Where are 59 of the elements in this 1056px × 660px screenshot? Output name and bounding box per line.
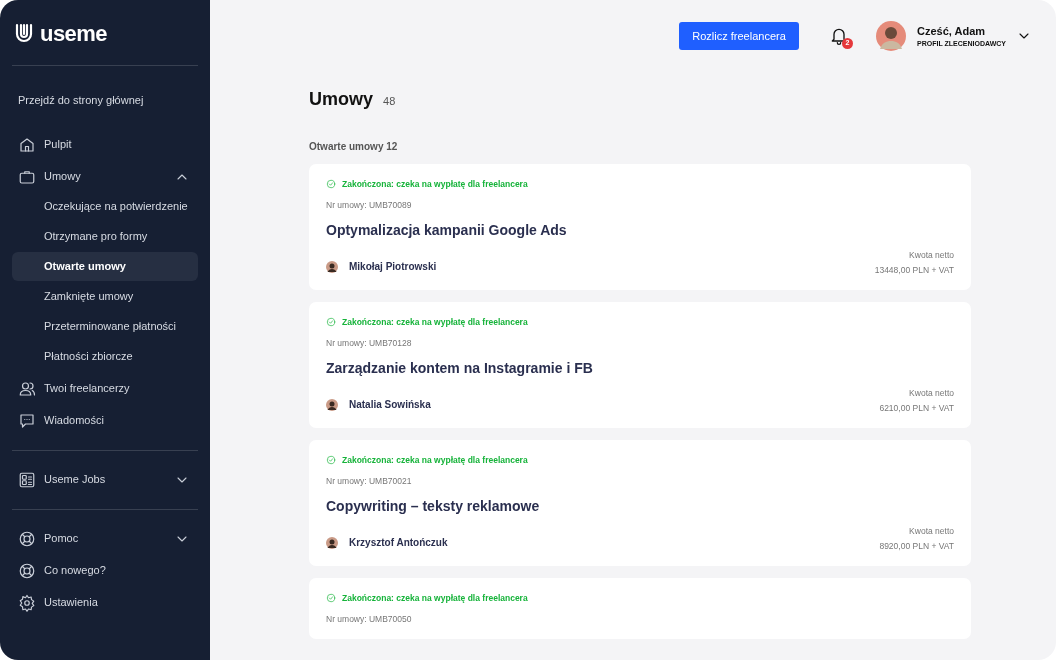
contract-number: Nr umowy: UMB70050	[326, 612, 413, 626]
contract-number: Nr umowy: UMB70021	[326, 474, 413, 488]
avatar[interactable]	[876, 21, 907, 51]
freelancer-name: Mikołaj Piotrowski	[349, 260, 437, 274]
contract-title: Zarządzanie kontem na Instagramie i FB	[326, 358, 594, 378]
home-link[interactable]: Przejdź do strony głównej	[12, 92, 198, 109]
submenu-item[interactable]: Przeterminowane płatności	[12, 311, 198, 341]
nav-item[interactable]: Pulpit	[12, 130, 198, 159]
contract-title: Optymalizacja kampanii Google Ads	[326, 220, 568, 240]
check-circle-icon	[326, 179, 336, 190]
amount-value: 8920,00 PLN + VAT	[879, 540, 954, 553]
contract-card[interactable]: Zakończona: czeka na wypłatę dla freelancera Nr umowy: UMB70089 Optymalizacja kampanii Google Ads Mikołaj Piotrowski Kwota netto 13448,00 PLN + VAT	[309, 164, 971, 290]
contract-card[interactable]: Zakończona: czeka na wypłatę dla freelancera Nr umowy: UMB70021 Copywriting – teksty reklamowe Krzysztof Antończuk Kwota netto 8920,00 PLN + VAT	[309, 440, 971, 566]
status-text: Zakończona: czeka na wypłatę dla freelancera	[342, 454, 528, 467]
nav-item[interactable]: Ustawienia	[12, 588, 198, 617]
contract-title: Copywriting – teksty reklamowe	[326, 496, 541, 516]
section-label: Otwarte umowy 12	[309, 140, 399, 154]
status-text: Zakończona: czeka na wypłatę dla freelancera	[342, 178, 528, 191]
amount-value: 13448,00 PLN + VAT	[874, 264, 954, 277]
avatar	[326, 260, 338, 273]
check-circle-icon	[326, 317, 336, 328]
greeting-text: Cześć, Adam	[917, 23, 987, 39]
submenu-item[interactable]: Zamknięte umowy	[12, 281, 198, 311]
nav-item[interactable]: Pomoc	[12, 524, 198, 553]
lifebuoy-icon	[18, 561, 36, 580]
contract-card[interactable]: Zakończona: czeka na wypłatę dla freelancera Nr umowy: UMB70050	[309, 578, 971, 639]
count-text: 48	[383, 94, 396, 109]
status-text: Zakończona: czeka na wypłatę dla freelancera	[342, 592, 528, 605]
submenu-item[interactable]: Otrzymane pro formy	[12, 221, 198, 251]
check-circle-icon	[326, 455, 336, 466]
submenu-item[interactable]: Otwarte umowy	[12, 251, 198, 281]
status-text: Zakończona: czeka na wypłatę dla freelancera	[342, 316, 528, 329]
contract-number: Nr umowy: UMB70128	[326, 336, 413, 350]
freelancer-name: Krzysztof Antończuk	[349, 536, 448, 550]
nav-item[interactable]: Wiadomości	[12, 406, 198, 435]
avatar	[326, 536, 338, 549]
amount-label: Kwota netto	[909, 248, 954, 262]
freelancer-name: Natalia Sowińska	[349, 398, 431, 412]
logo-text: useme	[40, 19, 107, 48]
list-icon	[18, 470, 36, 489]
settle-button[interactable]: Rozlicz freelancera	[679, 22, 800, 50]
contract-number: Nr umowy: UMB70089	[326, 198, 413, 212]
chat-icon	[18, 411, 36, 430]
check-circle-icon	[326, 593, 336, 604]
nav-item[interactable]: Twoi freelancerzy	[12, 374, 198, 403]
avatar	[326, 398, 338, 411]
amount-value: 6210,00 PLN + VAT	[879, 402, 954, 415]
submenu-item[interactable]: Oczekujące na potwierdzenie	[12, 191, 198, 221]
submenu-item[interactable]: Płatności zbiorcze	[12, 341, 198, 371]
nav-item[interactable]: Umowy	[12, 162, 198, 191]
nav-item[interactable]: Useme Jobs	[12, 465, 198, 494]
settings-icon	[18, 593, 36, 612]
users-icon	[18, 379, 36, 398]
amount-label: Kwota netto	[909, 386, 954, 400]
amount-label: Kwota netto	[909, 524, 954, 538]
page-title: Umowy	[309, 88, 373, 111]
lifebuoy-icon	[18, 529, 36, 548]
contract-card[interactable]: Zakończona: czeka na wypłatę dla freelancera Nr umowy: UMB70128 Zarządzanie kontem na Instagramie i FB Natalia Sowińska Kwota netto 6210,00 PLN + VAT	[309, 302, 971, 428]
nav-item[interactable]: Co nowego?	[12, 556, 198, 585]
